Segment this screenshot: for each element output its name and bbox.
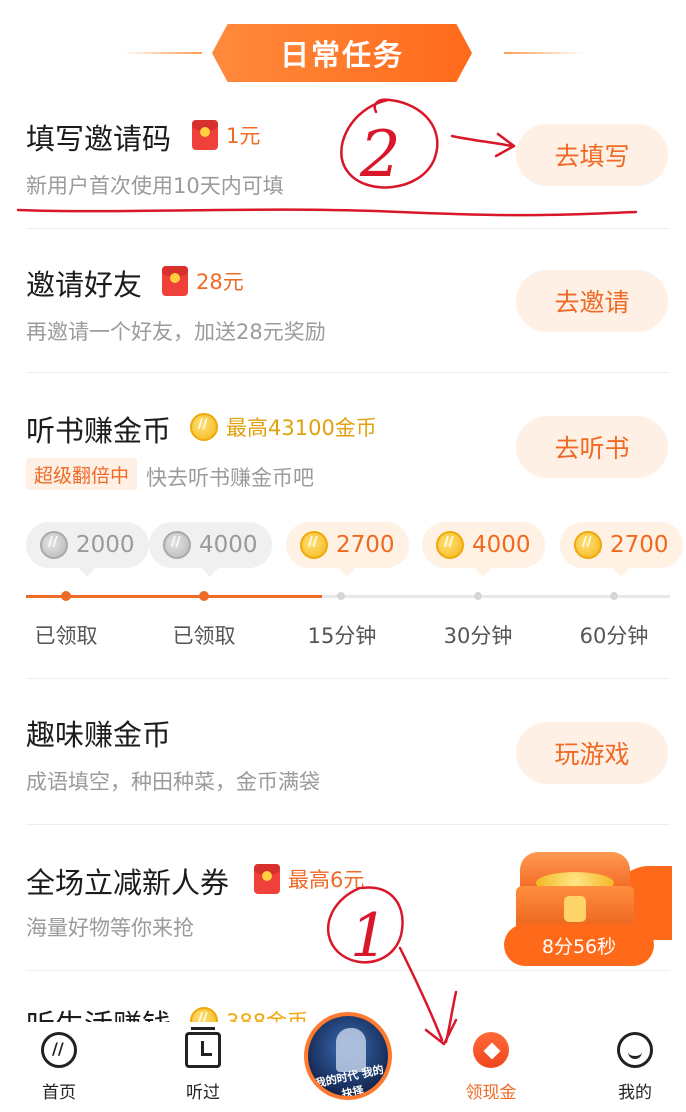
progress-node <box>610 592 618 600</box>
task-title: 全场立减新人券 <box>26 866 230 900</box>
milestone-reward: 2000 <box>26 522 149 577</box>
fill-invite-code-button[interactable]: 去填写 <box>516 124 668 186</box>
task-title: 趣味赚金币 <box>26 718 172 752</box>
task-reward: 1元 <box>192 120 260 150</box>
coin-icon <box>300 531 328 559</box>
header-divider-right <box>504 52 584 54</box>
annotation-number-2: 2 <box>359 118 401 192</box>
coin-icon <box>190 413 218 441</box>
milestone-label: 60分钟 <box>579 624 649 648</box>
divider <box>26 678 670 679</box>
reward-amount: 28元 <box>196 270 244 294</box>
task-subtitle: 海量好物等你来抢 <box>26 916 194 940</box>
red-packet-icon <box>254 864 280 894</box>
milestone-coins: 4000 <box>472 532 531 558</box>
red-packet-icon <box>192 120 218 150</box>
nav-label: 听过 <box>186 1083 220 1103</box>
milestone-label: 已领取 <box>34 624 98 648</box>
task-title: 邀请好友 <box>26 268 143 302</box>
coin-icon <box>163 531 191 559</box>
milestone-reward[interactable]: 4000 <box>422 522 545 577</box>
milestone-label: 30分钟 <box>443 624 513 648</box>
coin-icon <box>436 531 464 559</box>
nav-history[interactable]: 听过 <box>148 1027 258 1112</box>
now-playing-cover[interactable]: 我的时代 我的抉择 <box>304 1012 392 1100</box>
milestone-reward: 4000 <box>149 522 272 577</box>
history-icon <box>185 1027 221 1068</box>
coin-icon <box>574 531 602 559</box>
task-reward: 28元 <box>162 266 244 296</box>
milestone-label: 15分钟 <box>307 624 377 648</box>
milestone-label: 已领取 <box>172 624 236 648</box>
reward-amount: 最高43100金币 <box>226 416 377 440</box>
task-reward: 最高6元 <box>254 864 364 894</box>
task-title: 听书赚金币 <box>26 414 172 448</box>
task-subtitle: 成语填空，种田种菜，金币满袋 <box>26 770 320 794</box>
milestone-coins: 2000 <box>76 532 135 558</box>
divider <box>26 228 670 229</box>
cover-caption: 我的时代 我的抉择 <box>313 1063 385 1100</box>
header-divider-left <box>122 52 202 54</box>
progress-node <box>199 591 209 601</box>
red-packet-icon <box>162 266 188 296</box>
annotation-arrow-2 <box>450 132 516 158</box>
nav-profile[interactable]: 我的 <box>580 1032 686 1112</box>
coin-icon <box>40 531 68 559</box>
listen-books-button[interactable]: 去听书 <box>516 416 668 478</box>
task-subtitle: 新用户首次使用10天内可填 <box>26 174 284 198</box>
nav-home[interactable]: 首页 <box>4 1032 114 1112</box>
nav-label: 首页 <box>42 1083 76 1103</box>
progress-node <box>337 592 345 600</box>
reward-amount: 1元 <box>226 124 261 148</box>
section-header: 日常任务 <box>0 0 686 100</box>
divider <box>26 372 670 373</box>
nav-label: 我的 <box>618 1083 652 1103</box>
chest-lock <box>564 896 586 922</box>
invite-friends-button[interactable]: 去邀请 <box>516 270 668 332</box>
milestone-coins: 2700 <box>336 532 395 558</box>
divider <box>26 824 670 825</box>
double-badge: 超级翻倍中 <box>26 458 138 490</box>
progress-node <box>474 592 482 600</box>
annotation-circle-1 <box>327 886 404 964</box>
milestone-coins: 4000 <box>199 532 258 558</box>
countdown-timer[interactable]: 8分56秒 <box>504 924 654 966</box>
annotation-underline <box>16 208 638 217</box>
task-subtitle: 再邀请一个好友，加送28元奖励 <box>26 320 326 344</box>
milestone-reward[interactable]: 2700 <box>286 522 409 577</box>
annotation-number-1: 1 <box>350 901 388 971</box>
home-icon <box>41 1032 77 1068</box>
divider <box>26 970 670 971</box>
nav-label: 领现金 <box>465 1083 517 1103</box>
task-title: 填写邀请码 <box>26 122 172 156</box>
section-title: 日常任务 <box>279 38 404 72</box>
progress-node <box>61 591 71 601</box>
task-subtitle: 快去听书赚金币吧 <box>146 466 314 490</box>
cash-icon <box>473 1032 509 1068</box>
reward-amount: 最高6元 <box>288 868 365 892</box>
task-reward: 最高43100金币 <box>190 412 377 442</box>
milestone-reward[interactable]: 2700 <box>560 522 683 577</box>
annotation-circle-2 <box>340 98 439 189</box>
profile-icon <box>617 1032 653 1068</box>
nav-cash[interactable]: 领现金 <box>436 1032 546 1112</box>
milestone-coins: 2700 <box>610 532 669 558</box>
play-games-button[interactable]: 玩游戏 <box>516 722 668 784</box>
